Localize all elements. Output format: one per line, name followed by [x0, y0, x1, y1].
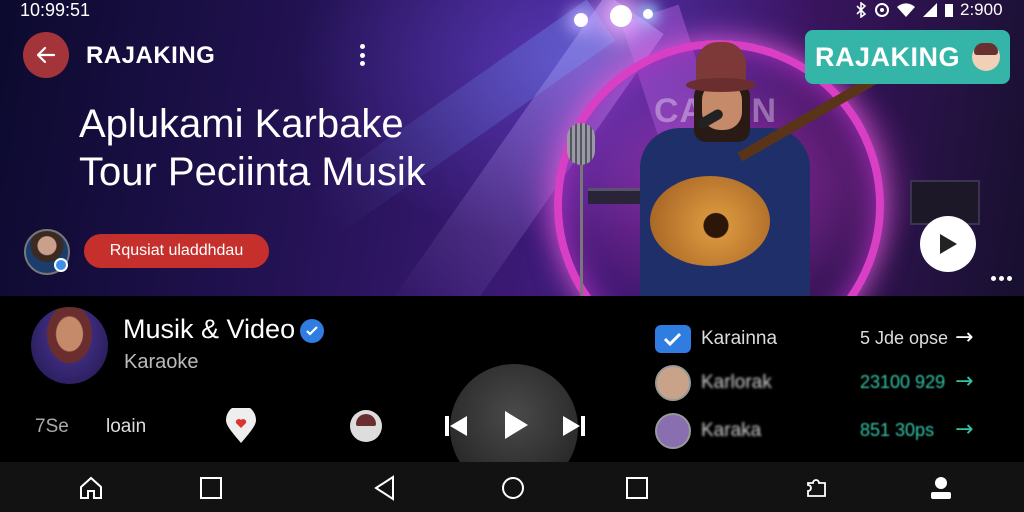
stage-light — [574, 13, 588, 27]
stage-light — [610, 5, 632, 27]
wifi-icon — [897, 3, 915, 18]
heart-location-icon[interactable] — [224, 408, 258, 444]
play-button[interactable] — [920, 216, 976, 272]
list-item-value: 5 Jde opse — [860, 328, 949, 348]
back-button[interactable] — [23, 32, 69, 78]
stage-light — [643, 9, 653, 19]
system-nav-bar — [0, 462, 1024, 512]
vintage-microphone — [567, 123, 595, 165]
bluetooth-icon — [856, 2, 867, 18]
more-horizontal-icon[interactable] — [991, 276, 1012, 281]
play-icon — [505, 411, 528, 439]
previous-button[interactable] — [442, 412, 470, 440]
settings-circle-icon — [875, 3, 889, 17]
list-item-value: 23100 929 — [860, 372, 946, 392]
puzzle-button[interactable] — [804, 475, 830, 501]
list-item-label: Karainna — [701, 328, 778, 349]
channel-subtitle: Karaoke — [124, 351, 199, 373]
hero-title-line: Aplukami Karbake — [79, 102, 404, 146]
page-title: RAJAKING — [86, 42, 216, 69]
control-label-left[interactable]: 7Se — [35, 416, 69, 438]
list-item-avatar — [655, 365, 691, 401]
subscribe-pill-button[interactable]: Rqusiat uladdhdau — [84, 234, 269, 268]
hero-title: Aplukami Karbake Tour Peciinta Musik — [79, 100, 539, 196]
square-icon — [200, 477, 222, 499]
arrow-right-icon: → — [955, 325, 974, 350]
status-right-text: 2:900 — [960, 0, 1003, 19]
back-arrow-icon — [36, 46, 56, 64]
hero-title-line: Tour Peciinta Musik — [79, 150, 426, 194]
brand-badge-label: RAJAKING — [815, 41, 961, 72]
skip-previous-icon — [445, 416, 467, 436]
verified-badge-icon — [54, 258, 68, 272]
home-nav-button[interactable] — [500, 475, 526, 501]
arrow-right-icon: → — [955, 369, 974, 394]
signal-icon — [923, 3, 937, 17]
next-button[interactable] — [560, 412, 588, 440]
hero-banner[interactable]: CAB IN 10:99:51 2:900 RAJAKING Aplukami … — [0, 0, 1024, 296]
arrow-right-icon: → — [955, 417, 974, 442]
triangle-back-icon — [374, 475, 394, 501]
face-icon — [972, 43, 1001, 71]
list-item[interactable]: Karainna 5 Jde opse → — [655, 321, 995, 359]
puzzle-icon — [807, 479, 826, 497]
home-icon — [80, 476, 102, 499]
profile-button[interactable] — [928, 475, 954, 501]
mic-stand — [580, 150, 583, 296]
battery-icon — [945, 4, 953, 17]
back-nav-button[interactable] — [372, 475, 398, 501]
list-item[interactable]: Karaka 851 30ps → — [655, 413, 995, 451]
play-pause-button[interactable] — [499, 408, 533, 442]
calendar-check-icon — [655, 325, 691, 353]
channel-avatar[interactable] — [31, 307, 108, 384]
verified-check-icon — [300, 319, 324, 343]
home-button[interactable] — [78, 475, 104, 501]
status-time: 10:99:51 — [20, 0, 91, 20]
recents-button[interactable] — [624, 475, 650, 501]
list-item-avatar — [655, 413, 691, 449]
control-label-login[interactable]: loain — [106, 416, 146, 438]
list-item-label: Karlorak — [701, 372, 772, 393]
square-button[interactable] — [198, 475, 224, 501]
profile-icon — [931, 477, 951, 499]
more-vertical-icon[interactable] — [354, 40, 370, 70]
list-item-value: 851 30ps — [860, 420, 935, 440]
brand-badge[interactable]: RAJAKING — [805, 30, 1010, 84]
channel-name: Musik & Video — [123, 314, 296, 344]
list-item[interactable]: Karlorak 23100 929 → — [655, 365, 995, 403]
list-item-label: Karaka — [701, 420, 762, 441]
face-icon[interactable] — [350, 410, 382, 442]
circle-home-icon — [502, 477, 524, 499]
play-icon — [940, 234, 957, 254]
skip-next-icon — [563, 416, 585, 436]
status-icons: 2:900 — [854, 0, 1003, 20]
recents-icon — [626, 477, 648, 499]
